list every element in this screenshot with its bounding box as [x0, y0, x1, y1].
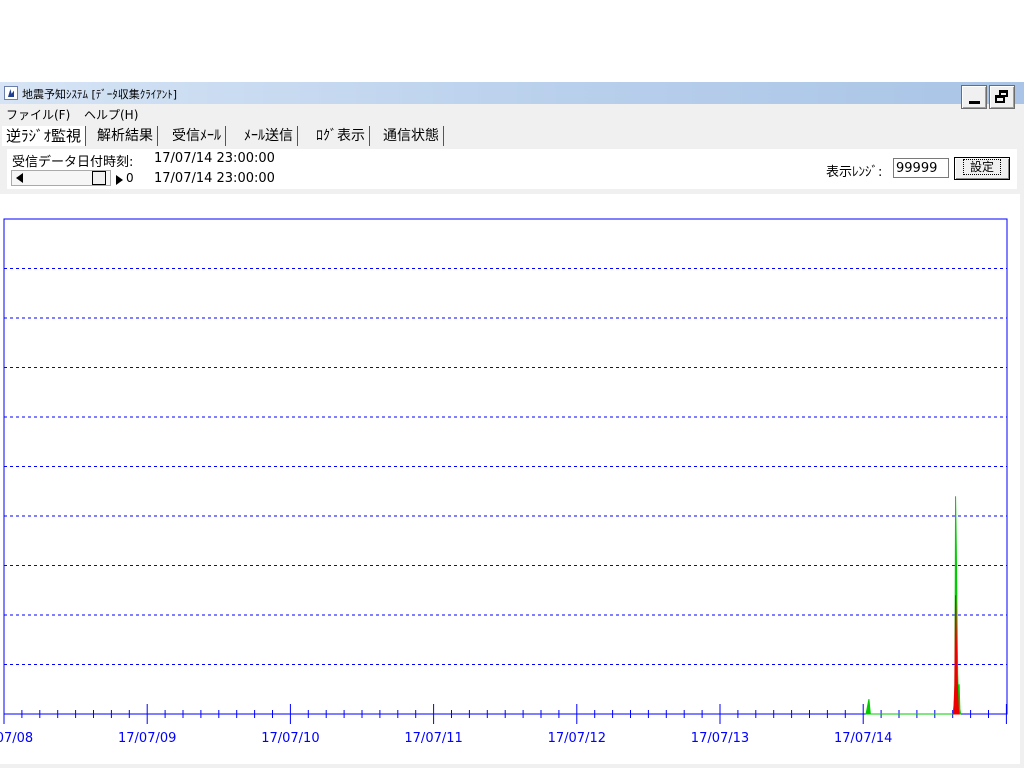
tab-communication-status[interactable]: 通信状態: [379, 126, 444, 146]
control-panel: 受信データ日付時刻: 17/07/14 23:00:00 0 17/07/14 …: [7, 149, 1017, 189]
display-range-label: 表示ﾚﾝｼﾞ:: [826, 165, 883, 180]
tab-send-mail[interactable]: ﾒｰﾙ送信: [240, 126, 298, 146]
tab-reverse-radio-monitor[interactable]: 逆ﾗｼﾞｵ監視: [2, 126, 87, 146]
slider-value: 0: [126, 171, 134, 185]
slider-time-value: 17/07/14 23:00:00: [154, 171, 275, 186]
x-tick-label: 17/07/12: [548, 731, 606, 746]
x-tick-label: 17/07/10: [261, 731, 319, 746]
x-tick-label: 17/07/09: [118, 731, 176, 746]
set-button[interactable]: 設定: [954, 157, 1010, 180]
x-tick-label: 17/07/13: [691, 731, 749, 746]
menu-bar: ファイル(F) ヘルプ(H): [0, 104, 1024, 122]
x-tick-label: 17/07/11: [404, 731, 462, 746]
received-datetime-label: 受信データ日付時刻:: [12, 155, 134, 170]
menu-file[interactable]: ファイル(F): [6, 106, 70, 123]
display-range-input[interactable]: [893, 158, 949, 178]
title-bar[interactable]: 地震予知ｼｽﾃﾑ [ﾃﾞｰﾀ収集ｸﾗｲｱﾝﾄ]: [0, 82, 1024, 109]
slider-thumb[interactable]: [92, 171, 106, 185]
app-window: 地震予知ｼｽﾃﾑ [ﾃﾞｰﾀ収集ｸﾗｲｱﾝﾄ] ファイル(F) ヘルプ(H) 逆…: [0, 82, 1024, 768]
tab-bar: 逆ﾗｼﾞｵ監視 解析結果 受信ﾒｰﾙ ﾒｰﾙ送信 ﾛｸﾞ表示 通信状態: [0, 124, 1024, 148]
received-datetime-value: 17/07/14 23:00:00: [154, 151, 275, 166]
time-slider[interactable]: [11, 170, 111, 186]
tab-log-view[interactable]: ﾛｸﾞ表示: [312, 126, 370, 146]
x-tick-label: 17/07/14: [834, 731, 892, 746]
menu-help[interactable]: ヘルプ(H): [84, 106, 138, 123]
monitor-chart: 17/07/08 17/07/09 17/07/10 17/07/11 17/07/12…: [0, 218, 1008, 746]
tab-analysis-results[interactable]: 解析結果: [93, 126, 158, 146]
tab-received-mail[interactable]: 受信ﾒｰﾙ: [168, 126, 226, 146]
slider-left-arrow-icon[interactable]: [16, 173, 23, 183]
chart-area: 17/07/08 17/07/09 17/07/10 17/07/11 17/07/12…: [0, 194, 1020, 764]
app-icon: [4, 86, 18, 100]
x-tick-label: 17/07/08: [0, 731, 33, 746]
set-button-label: 設定: [962, 159, 1001, 175]
slider-right-arrow-icon[interactable]: [116, 175, 123, 185]
window-title: 地震予知ｼｽﾃﾑ [ﾃﾞｰﾀ収集ｸﾗｲｱﾝﾄ]: [22, 88, 178, 101]
